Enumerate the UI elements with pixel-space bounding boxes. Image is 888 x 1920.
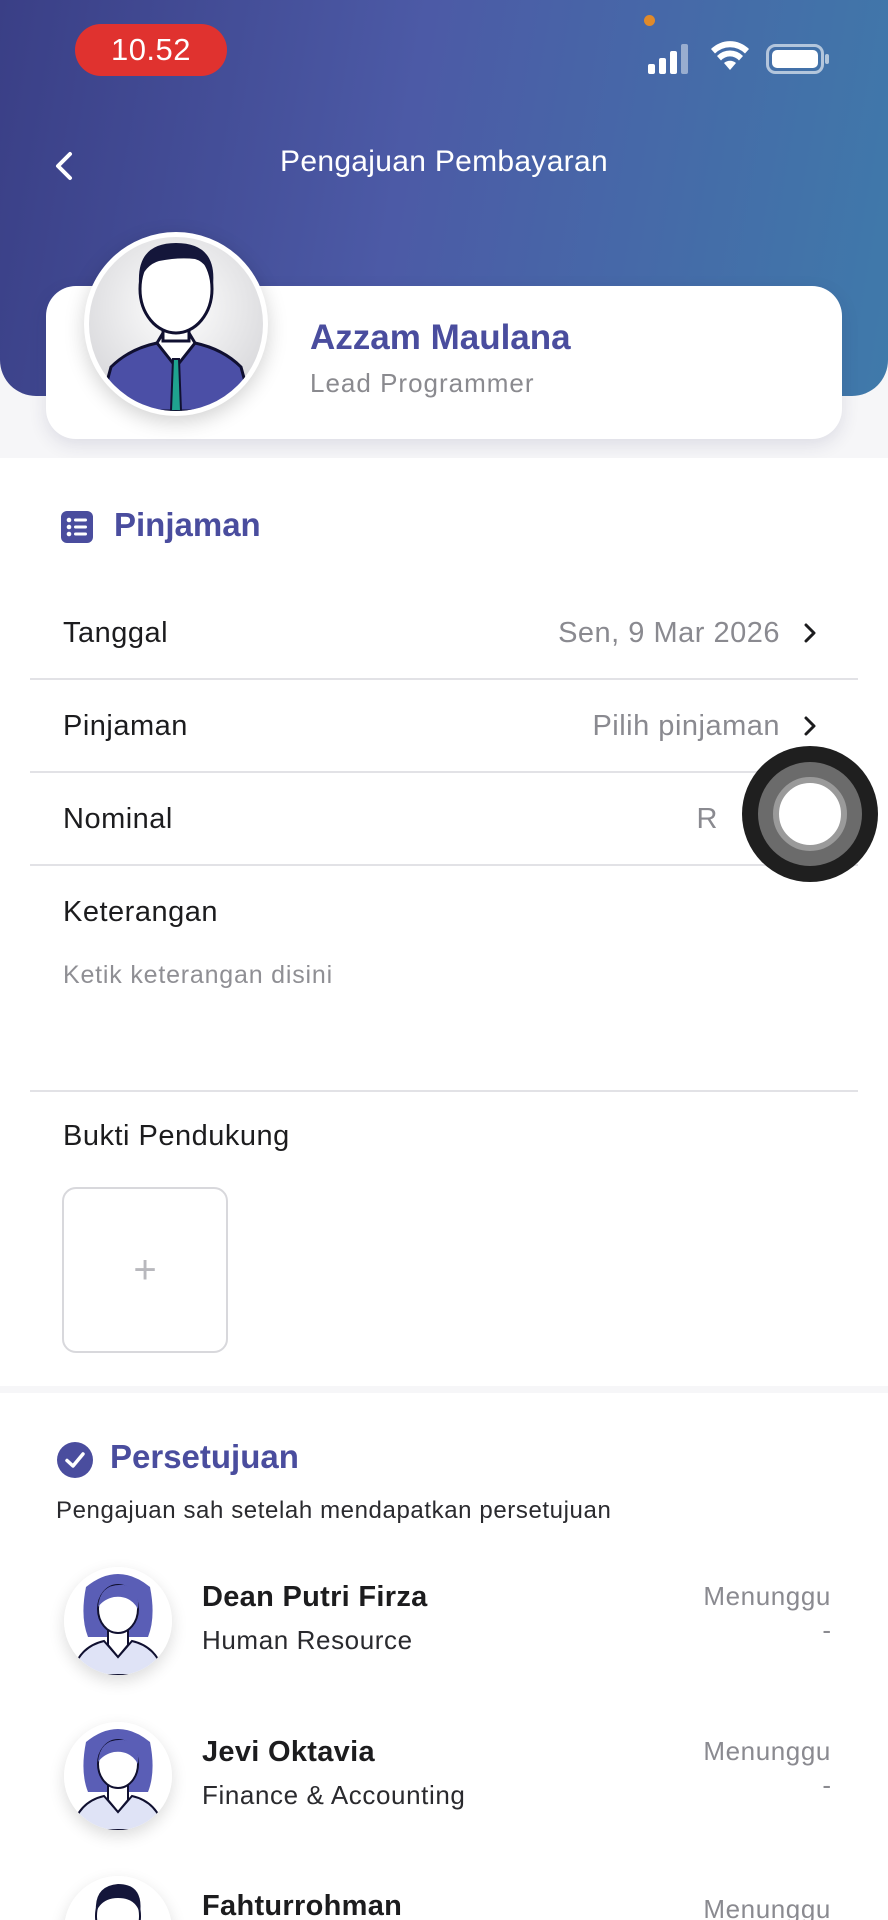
approver-role: Human Resource <box>202 1625 413 1655</box>
avatar-male-icon <box>89 237 263 411</box>
approver-status: Menunggu <box>703 1581 831 1611</box>
plus-icon: + <box>133 1247 157 1292</box>
approver-status: Menunggu <box>703 1736 831 1766</box>
approver-item: Dean Putri Firza Human Resource Menunggu… <box>0 1567 888 1697</box>
assistive-touch-ring <box>758 762 862 866</box>
approver-date: - <box>822 1770 831 1800</box>
approver-name: Jevi Oktavia <box>202 1736 375 1768</box>
profile-avatar <box>84 232 268 416</box>
add-attachment-button[interactable]: + <box>62 1187 228 1353</box>
profile-role: Lead Programmer <box>310 368 535 398</box>
profile-name: Azzam Maulana <box>310 318 571 357</box>
avatar-female-icon <box>64 1722 172 1830</box>
approval-title: Persetujuan <box>110 1438 299 1475</box>
notes-label: Keterangan <box>63 896 218 928</box>
approver-date: - <box>822 1615 831 1645</box>
approver-avatar <box>64 1722 172 1830</box>
nominal-row[interactable]: Nominal R <box>30 773 858 866</box>
loan-label: Pinjaman <box>63 710 188 742</box>
wifi-icon <box>711 41 749 70</box>
date-value: Sen, 9 Mar 2026 <box>558 617 780 649</box>
approver-item: Fahturrohman Menunggu <box>0 1876 888 1920</box>
approver-item: Jevi Oktavia Finance & Accounting Menung… <box>0 1722 888 1852</box>
approver-status: Menunggu <box>703 1894 831 1920</box>
loan-value: Pilih pinjaman <box>592 710 780 742</box>
nominal-value[interactable]: R <box>697 773 718 866</box>
chevron-right-icon <box>804 623 816 643</box>
avatar-male-icon <box>64 1876 172 1920</box>
nominal-label: Nominal <box>63 803 173 835</box>
approver-avatar <box>64 1567 172 1675</box>
list-icon <box>61 511 93 543</box>
loan-select-row[interactable]: Pinjaman Pilih pinjaman <box>30 680 858 773</box>
supporting-evidence-label: Bukti Pendukung <box>63 1120 290 1152</box>
approver-avatar <box>64 1876 172 1920</box>
screen: 10.52 Pengajuan Pembayaran Azzam Maulana… <box>0 0 888 1920</box>
date-row[interactable]: Tanggal Sen, 9 Mar 2026 <box>30 587 858 680</box>
page-title: Pengajuan Pembayaran <box>280 145 608 178</box>
assistive-touch-button[interactable] <box>742 746 878 882</box>
avatar-female-icon <box>64 1567 172 1675</box>
approver-name: Fahturrohman <box>202 1890 403 1920</box>
cellular-signal-icon <box>648 44 688 74</box>
notes-input[interactable] <box>63 961 823 1061</box>
approver-role: Finance & Accounting <box>202 1780 466 1810</box>
assistive-touch-inner <box>773 777 847 851</box>
chevron-right-icon <box>804 716 816 736</box>
status-time: 10.52 <box>75 24 227 76</box>
section-title-pinjaman: Pinjaman <box>114 506 261 543</box>
approval-description: Pengajuan sah setelah mendapatkan perset… <box>56 1497 612 1524</box>
approver-name: Dean Putri Firza <box>202 1581 428 1613</box>
privacy-indicator-dot <box>644 15 655 26</box>
date-label: Tanggal <box>63 617 169 649</box>
battery-icon <box>766 44 829 74</box>
notes-block: Keterangan <box>30 866 858 1092</box>
check-circle-icon <box>57 1442 93 1478</box>
